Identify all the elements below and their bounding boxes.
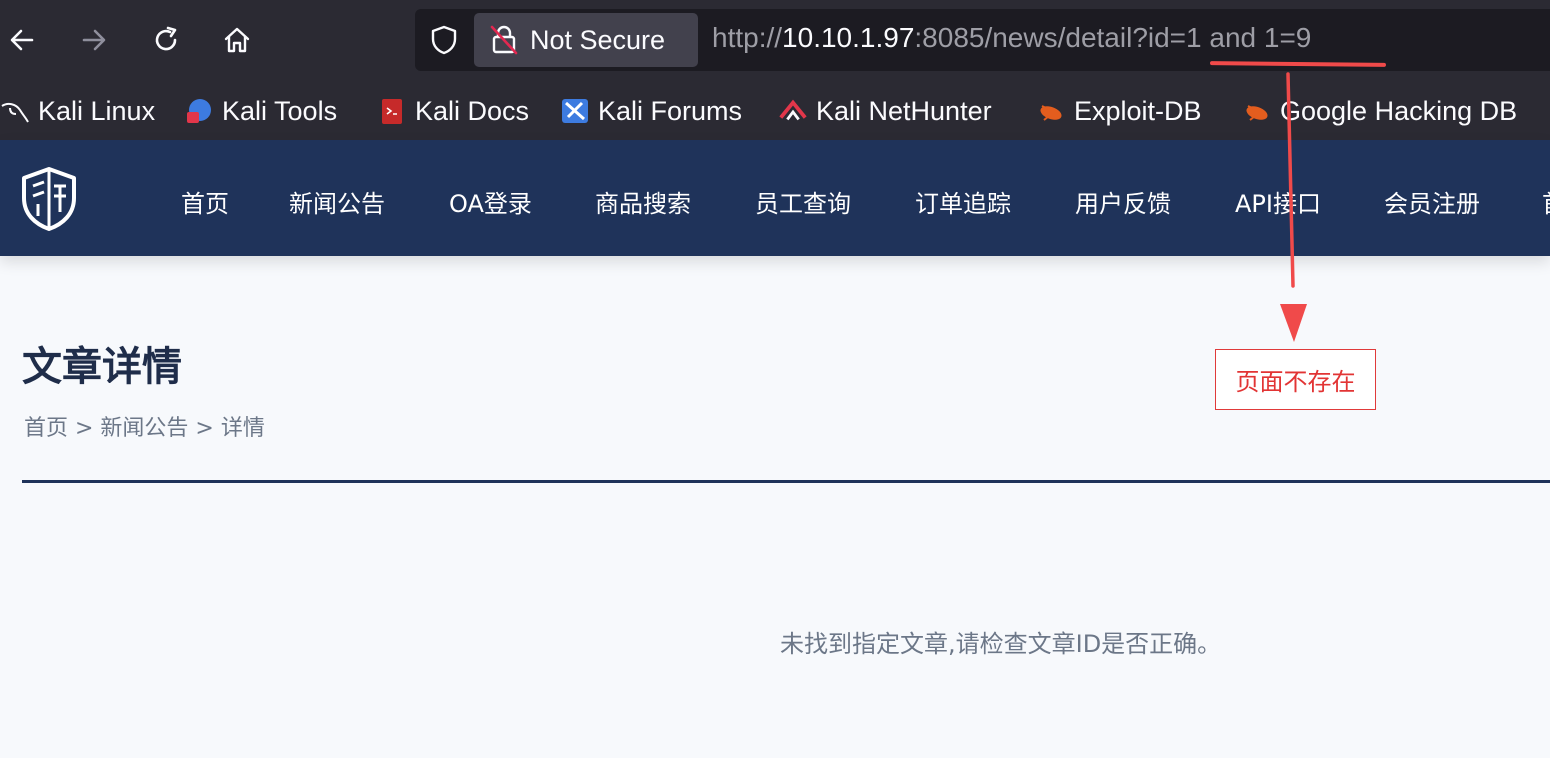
nav-order-tracking[interactable]: 订单追踪 [915,184,1011,219]
annotation-label-box: 页面不存在 [1215,349,1376,410]
bookmark-kali-nethunter[interactable]: Kali NetHunter [778,92,992,130]
bookmark-label: Exploit-DB [1074,95,1202,126]
browser-toolbar: Not Secure http://10.10.1.97:8085/news/d… [0,0,1550,82]
kali-forums-icon [560,96,590,126]
nav-home[interactable]: 首页 [181,184,229,219]
url-host: 10.10.1.97 [782,22,915,53]
reload-icon [155,26,177,51]
back-arrow-icon [10,29,34,51]
breadcrumb: 首页 > 新闻公告 > 详情 [24,416,265,441]
insecure-lock-icon [490,25,518,55]
annotation-arrow [1280,72,1307,342]
bookmark-kali-forums[interactable]: Kali Forums [560,92,742,130]
url-text[interactable]: http://10.10.1.97:8085/news/detail?id=1 … [712,22,1311,54]
nav-user-feedback[interactable]: 用户反馈 [1075,184,1171,219]
bookmark-kali-docs[interactable]: Kali Docs [377,92,529,130]
bookmark-kali-linux[interactable]: Kali Linux [0,92,155,130]
bookmark-label: Kali Tools [222,95,338,126]
annotation-label: 页面不存在 [1235,368,1356,396]
bookmark-label: Kali NetHunter [816,95,992,126]
page-title: 文章详情 [22,344,182,390]
not-secure-indicator[interactable]: Not Secure [474,13,698,67]
title-divider [22,480,1550,483]
bookmark-kali-tools[interactable]: Kali Tools [184,92,337,130]
reload-button[interactable] [144,18,188,62]
nav-oa-login[interactable]: OA登录 [449,184,532,219]
url-scheme: http:// [712,22,783,53]
nav-product-search[interactable]: 商品搜索 [595,184,691,219]
forward-button[interactable] [72,18,116,62]
bookmark-exploit-db[interactable]: Exploit-DB [1036,92,1202,130]
bookmark-label: Kali Forums [598,95,743,126]
tracking-protection-shield-icon[interactable] [429,24,459,60]
kali-docs-icon [377,96,407,126]
article-not-found-message: 未找到指定文章,请检查文章ID是否正确。 [780,630,1222,658]
nav-overflow-item[interactable]: 首 [1542,184,1550,219]
nav-employee-query[interactable]: 员工查询 [755,184,851,219]
home-button[interactable] [215,18,259,62]
bookmark-label: Kali Linux [38,95,156,126]
url-rest: :8085/news/detail?id=1 and 1=9 [914,22,1312,53]
nav-news[interactable]: 新闻公告 [289,184,385,219]
bookmark-label: Kali Docs [415,95,530,126]
back-button[interactable] [0,18,44,62]
url-bar[interactable]: Not Secure http://10.10.1.97:8085/news/d… [415,9,1550,71]
forward-arrow-icon [82,29,106,51]
site-logo-icon[interactable] [20,166,78,236]
kali-dragon-icon [0,96,30,126]
home-icon [224,27,250,53]
kali-tools-icon [184,96,214,126]
not-secure-label: Not Secure [530,24,666,55]
nav-member-register[interactable]: 会员注册 [1384,184,1480,219]
kali-nethunter-icon [778,96,808,126]
exploit-db-icon [1036,96,1066,126]
google-hacking-db-icon [1242,96,1272,126]
